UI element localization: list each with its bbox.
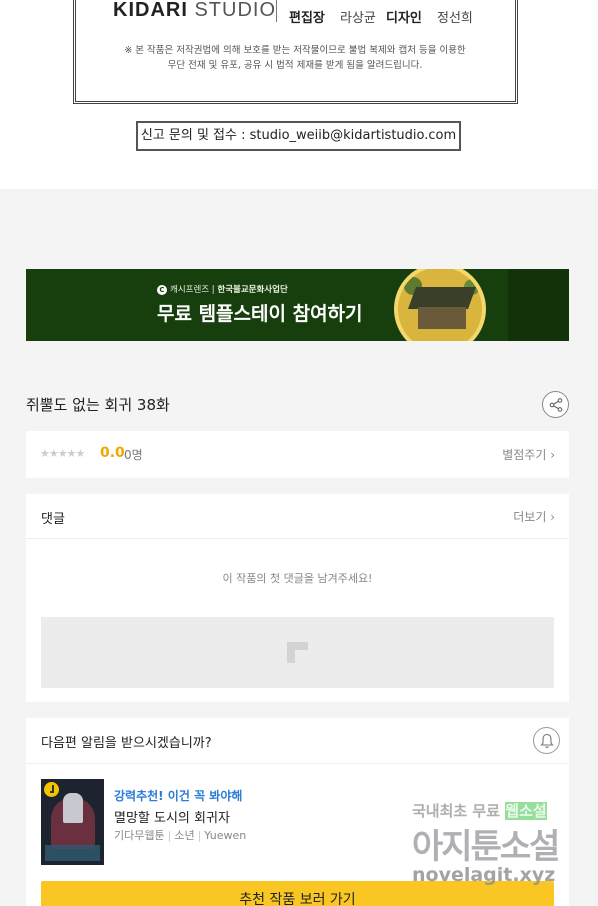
studio-logo: KIDARI STUDIO bbox=[113, 0, 277, 21]
share-button[interactable] bbox=[542, 391, 569, 418]
rate-button[interactable]: 별점주기 › bbox=[502, 446, 555, 463]
report-contact: 신고 문의 및 접수 : studio_weiib@kidartistudio.… bbox=[136, 121, 461, 151]
recommended-webtoon-thumbnail[interactable] bbox=[41, 779, 104, 865]
view-recommendations-button[interactable]: 추천 작품 보러 가기 bbox=[41, 881, 554, 906]
rating-count: 0명 bbox=[124, 448, 143, 462]
credit-role-design: 디자인 bbox=[386, 11, 422, 26]
comment-input-area[interactable] bbox=[41, 617, 554, 688]
next-episode-panel: 다음편 알림을 받으시겠습니까? 강력추천! 이건 꼭 봐야해 멸망할 도시의 … bbox=[26, 718, 569, 906]
divider bbox=[276, 0, 277, 22]
banner-edge bbox=[508, 269, 569, 341]
comment-placeholder-icon bbox=[287, 642, 308, 663]
credit-name-editor: 라상균 bbox=[340, 11, 376, 26]
share-icon bbox=[549, 398, 563, 412]
star-rating-icon: ★★★★★ bbox=[40, 447, 85, 460]
divider bbox=[26, 538, 569, 539]
comments-empty-message: 이 작품의 첫 댓글을 남겨주세요! bbox=[222, 572, 373, 585]
bell-icon bbox=[540, 733, 554, 749]
copyright-notice-1: ※ 본 작품은 저작권법에 의해 보호를 받는 저작물이므로 불법 복제와 캡처… bbox=[124, 45, 466, 56]
credits-panel: KIDARI STUDIO 편집장 라상균 디자인 정선희 ※ 본 작품은 저작… bbox=[0, 0, 598, 189]
recommended-title[interactable]: 멸망할 도시의 회귀자 bbox=[114, 807, 230, 826]
next-episode-question: 다음편 알림을 받으시겠습니까? bbox=[41, 736, 212, 751]
rating-panel: ★★★★★ 0.0 0명 별점주기 › bbox=[26, 431, 569, 478]
rating-score: 0.0 bbox=[100, 445, 125, 461]
copyright-notice-2: 무단 전재 및 유포, 공유 시 법적 제재를 받게 됨을 알려드립니다. bbox=[167, 60, 423, 71]
divider bbox=[26, 763, 569, 764]
cashfriends-icon: C bbox=[157, 285, 167, 295]
comments-more-link[interactable]: 더보기 › bbox=[513, 508, 555, 525]
temple-stay-banner[interactable]: C 캐시프렌즈 | 한국불교문화사업단 무료 템플스테이 참여하기 bbox=[26, 269, 569, 341]
banner-title: 무료 템플스테이 참여하기 bbox=[157, 303, 363, 325]
recommendation-tag: 강력추천! 이건 꼭 봐야해 bbox=[114, 789, 243, 803]
comments-header: 댓글 bbox=[41, 512, 65, 527]
recommended-meta: 기다무웹툰 | 소년 | Yuewen bbox=[114, 829, 247, 842]
episode-title: 쥐뿔도 없는 회귀 38화 bbox=[26, 396, 170, 414]
credit-name-design: 정선희 bbox=[437, 11, 473, 26]
comments-panel: 댓글 더보기 › 이 작품의 첫 댓글을 남겨주세요! bbox=[26, 494, 569, 702]
banner-sponsors: C 캐시프렌즈 | 한국불교문화사업단 bbox=[157, 283, 288, 295]
temple-illustration-icon bbox=[394, 269, 486, 341]
credit-role-editor: 편집장 bbox=[289, 11, 325, 26]
wait-free-clock-icon bbox=[44, 782, 59, 797]
notification-bell-button[interactable] bbox=[533, 727, 560, 754]
